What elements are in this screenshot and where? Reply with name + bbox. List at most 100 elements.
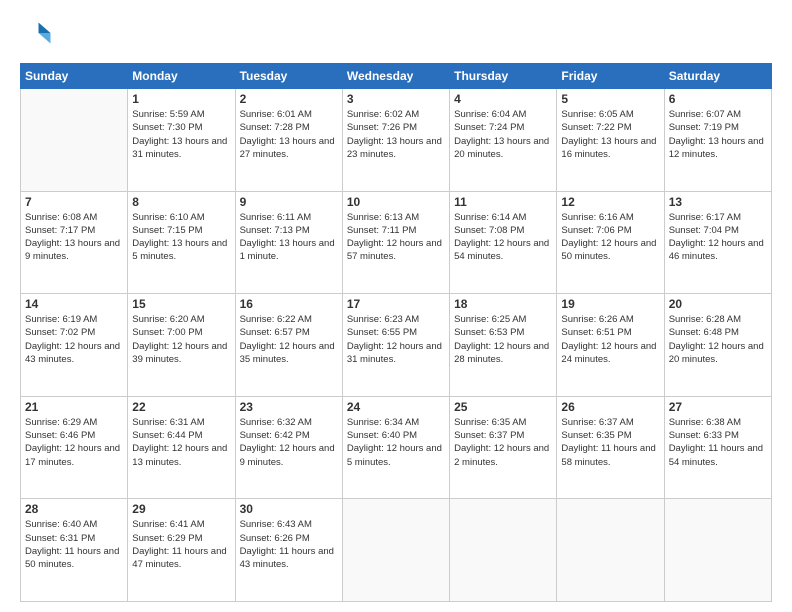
day-number: 1 <box>132 92 230 106</box>
day-number: 22 <box>132 400 230 414</box>
calendar-cell: 5 Sunrise: 6:05 AMSunset: 7:22 PMDaylight… <box>557 89 664 192</box>
calendar-cell: 26Sunrise: 6:37 AMSunset: 6:35 PMDayligh… <box>557 396 664 499</box>
weekday-header-sunday: Sunday <box>21 64 128 89</box>
header <box>20 18 772 53</box>
calendar-cell: 30 Sunrise: 6:43 AMSunset: 6:26 PMDayligh… <box>235 499 342 602</box>
day-number: 16 <box>240 297 338 311</box>
day-info: Sunrise: 6:10 AMSunset: 7:15 PMDaylight:… <box>132 211 230 264</box>
calendar-cell: 13 Sunrise: 6:17 AMSunset: 7:04 PMDayligh… <box>664 191 771 294</box>
day-info: Sunrise: 6:34 AMSunset: 6:40 PMDaylight:… <box>347 416 445 469</box>
calendar-cell: 22 Sunrise: 6:31 AMSunset: 6:44 PMDayligh… <box>128 396 235 499</box>
day-number: 21 <box>25 400 123 414</box>
calendar-cell: 29Sunrise: 6:41 AMSunset: 6:29 PMDayligh… <box>128 499 235 602</box>
calendar-cell: 9 Sunrise: 6:11 AMSunset: 7:13 PMDaylight… <box>235 191 342 294</box>
logo-icon <box>22 18 52 48</box>
calendar-cell: 24 Sunrise: 6:34 AMSunset: 6:40 PMDayligh… <box>342 396 449 499</box>
day-info: Sunrise: 6:26 AMSunset: 6:51 PMDaylight:… <box>561 313 659 366</box>
day-info: Sunrise: 6:14 AMSunset: 7:08 PMDaylight:… <box>454 211 552 264</box>
weekday-header-saturday: Saturday <box>664 64 771 89</box>
calendar-cell <box>557 499 664 602</box>
day-info: Sunrise: 5:59 AMSunset: 7:30 PMDaylight:… <box>132 108 230 161</box>
day-info: Sunrise: 6:40 AMSunset: 6:31 PMDaylight:… <box>25 518 123 571</box>
weekday-header-friday: Friday <box>557 64 664 89</box>
calendar-week-row-3: 14 Sunrise: 6:19 AMSunset: 7:02 PMDayligh… <box>21 294 772 397</box>
calendar-cell: 19 Sunrise: 6:26 AMSunset: 6:51 PMDayligh… <box>557 294 664 397</box>
day-number: 10 <box>347 195 445 209</box>
day-number: 9 <box>240 195 338 209</box>
day-info: Sunrise: 6:20 AMSunset: 7:00 PMDaylight:… <box>132 313 230 366</box>
day-info: Sunrise: 6:05 AMSunset: 7:22 PMDaylight:… <box>561 108 659 161</box>
day-number: 12 <box>561 195 659 209</box>
day-info: Sunrise: 6:32 AMSunset: 6:42 PMDaylight:… <box>240 416 338 469</box>
day-number: 14 <box>25 297 123 311</box>
calendar-cell: 3Sunrise: 6:02 AMSunset: 7:26 PMDaylight… <box>342 89 449 192</box>
page: SundayMondayTuesdayWednesdayThursdayFrid… <box>0 0 792 612</box>
calendar-cell: 1 Sunrise: 5:59 AMSunset: 7:30 PMDaylight… <box>128 89 235 192</box>
day-info: Sunrise: 6:16 AMSunset: 7:06 PMDaylight:… <box>561 211 659 264</box>
day-info: Sunrise: 6:11 AMSunset: 7:13 PMDaylight:… <box>240 211 338 264</box>
day-number: 11 <box>454 195 552 209</box>
logo <box>20 18 52 53</box>
day-info: Sunrise: 6:28 AMSunset: 6:48 PMDaylight:… <box>669 313 767 366</box>
day-number: 27 <box>669 400 767 414</box>
day-number: 28 <box>25 502 123 516</box>
calendar-cell: 6 Sunrise: 6:07 AMSunset: 7:19 PMDaylight… <box>664 89 771 192</box>
calendar-cell <box>450 499 557 602</box>
day-number: 8 <box>132 195 230 209</box>
day-number: 15 <box>132 297 230 311</box>
day-number: 6 <box>669 92 767 106</box>
calendar-cell: 4Sunrise: 6:04 AMSunset: 7:24 PMDaylight… <box>450 89 557 192</box>
day-info: Sunrise: 6:17 AMSunset: 7:04 PMDaylight:… <box>669 211 767 264</box>
calendar-cell: 8 Sunrise: 6:10 AMSunset: 7:15 PMDaylight… <box>128 191 235 294</box>
calendar-week-row-4: 21 Sunrise: 6:29 AMSunset: 6:46 PMDayligh… <box>21 396 772 499</box>
calendar-cell: 2 Sunrise: 6:01 AMSunset: 7:28 PMDaylight… <box>235 89 342 192</box>
day-number: 24 <box>347 400 445 414</box>
day-number: 20 <box>669 297 767 311</box>
calendar-cell: 7Sunrise: 6:08 AMSunset: 7:17 PMDaylight… <box>21 191 128 294</box>
day-info: Sunrise: 6:19 AMSunset: 7:02 PMDaylight:… <box>25 313 123 366</box>
day-info: Sunrise: 6:07 AMSunset: 7:19 PMDaylight:… <box>669 108 767 161</box>
calendar-cell: 11 Sunrise: 6:14 AMSunset: 7:08 PMDayligh… <box>450 191 557 294</box>
day-number: 23 <box>240 400 338 414</box>
day-info: Sunrise: 6:13 AMSunset: 7:11 PMDaylight:… <box>347 211 445 264</box>
weekday-header-monday: Monday <box>128 64 235 89</box>
calendar-cell: 25Sunrise: 6:35 AMSunset: 6:37 PMDayligh… <box>450 396 557 499</box>
day-info: Sunrise: 6:29 AMSunset: 6:46 PMDaylight:… <box>25 416 123 469</box>
day-info: Sunrise: 6:43 AMSunset: 6:26 PMDaylight:… <box>240 518 338 571</box>
weekday-header-row: SundayMondayTuesdayWednesdayThursdayFrid… <box>21 64 772 89</box>
calendar-week-row-5: 28 Sunrise: 6:40 AMSunset: 6:31 PMDayligh… <box>21 499 772 602</box>
weekday-header-wednesday: Wednesday <box>342 64 449 89</box>
day-info: Sunrise: 6:01 AMSunset: 7:28 PMDaylight:… <box>240 108 338 161</box>
day-info: Sunrise: 6:04 AMSunset: 7:24 PMDaylight:… <box>454 108 552 161</box>
day-number: 2 <box>240 92 338 106</box>
calendar-cell <box>21 89 128 192</box>
day-number: 17 <box>347 297 445 311</box>
day-number: 30 <box>240 502 338 516</box>
day-info: Sunrise: 6:23 AMSunset: 6:55 PMDaylight:… <box>347 313 445 366</box>
calendar-cell: 16Sunrise: 6:22 AMSunset: 6:57 PMDayligh… <box>235 294 342 397</box>
calendar-cell: 20 Sunrise: 6:28 AMSunset: 6:48 PMDayligh… <box>664 294 771 397</box>
day-info: Sunrise: 6:25 AMSunset: 6:53 PMDaylight:… <box>454 313 552 366</box>
day-number: 3 <box>347 92 445 106</box>
calendar-cell <box>664 499 771 602</box>
calendar-cell: 12 Sunrise: 6:16 AMSunset: 7:06 PMDayligh… <box>557 191 664 294</box>
calendar-cell: 14 Sunrise: 6:19 AMSunset: 7:02 PMDayligh… <box>21 294 128 397</box>
day-number: 5 <box>561 92 659 106</box>
day-info: Sunrise: 6:31 AMSunset: 6:44 PMDaylight:… <box>132 416 230 469</box>
day-number: 25 <box>454 400 552 414</box>
calendar-cell: 21 Sunrise: 6:29 AMSunset: 6:46 PMDayligh… <box>21 396 128 499</box>
weekday-header-tuesday: Tuesday <box>235 64 342 89</box>
calendar-cell: 23 Sunrise: 6:32 AMSunset: 6:42 PMDayligh… <box>235 396 342 499</box>
day-info: Sunrise: 6:08 AMSunset: 7:17 PMDaylight:… <box>25 211 123 264</box>
day-number: 19 <box>561 297 659 311</box>
calendar-week-row-2: 7Sunrise: 6:08 AMSunset: 7:17 PMDaylight… <box>21 191 772 294</box>
day-number: 13 <box>669 195 767 209</box>
day-info: Sunrise: 6:41 AMSunset: 6:29 PMDaylight:… <box>132 518 230 571</box>
calendar-cell: 15 Sunrise: 6:20 AMSunset: 7:00 PMDayligh… <box>128 294 235 397</box>
calendar-cell: 18Sunrise: 6:25 AMSunset: 6:53 PMDayligh… <box>450 294 557 397</box>
calendar-table: SundayMondayTuesdayWednesdayThursdayFrid… <box>20 63 772 602</box>
calendar-week-row-1: 1 Sunrise: 5:59 AMSunset: 7:30 PMDaylight… <box>21 89 772 192</box>
calendar-cell: 17 Sunrise: 6:23 AMSunset: 6:55 PMDayligh… <box>342 294 449 397</box>
calendar-cell <box>342 499 449 602</box>
calendar-cell: 27Sunrise: 6:38 AMSunset: 6:33 PMDayligh… <box>664 396 771 499</box>
